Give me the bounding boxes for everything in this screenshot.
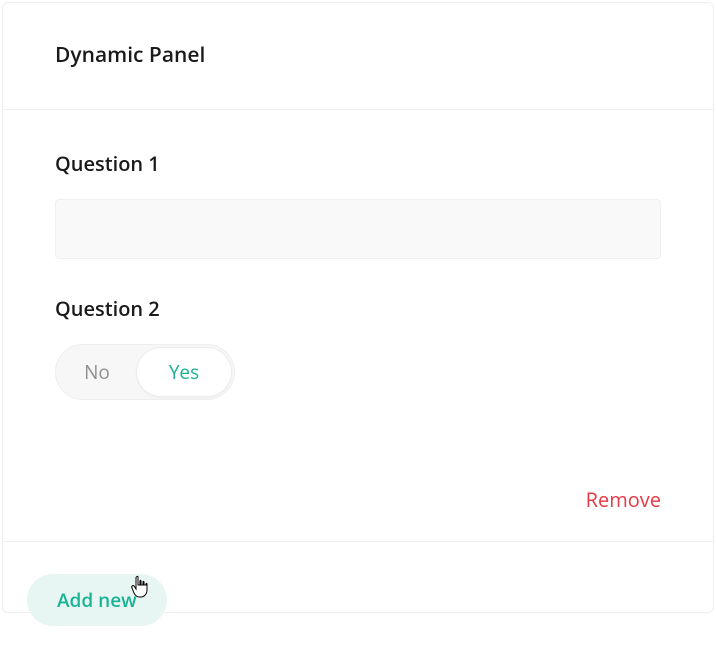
- panel-header: Dynamic Panel: [3, 3, 713, 110]
- question-1-block: Question 1: [55, 150, 661, 259]
- question-2-title: Question 2: [55, 295, 661, 322]
- add-new-button[interactable]: Add new: [27, 574, 167, 626]
- question-2-boolean-switch[interactable]: No Yes: [55, 344, 235, 400]
- dynamic-panel: Dynamic Panel Question 1 Question 2 No Y…: [2, 2, 714, 613]
- remove-button[interactable]: Remove: [586, 486, 661, 513]
- question-2-block: Question 2 No Yes: [55, 295, 661, 400]
- boolean-option-no[interactable]: No: [58, 347, 136, 397]
- panel-footer: Add new: [3, 542, 713, 658]
- boolean-option-yes[interactable]: Yes: [136, 347, 232, 397]
- panel-body: Question 1 Question 2 No Yes Remove: [3, 110, 713, 542]
- remove-row: Remove: [55, 436, 661, 513]
- panel-title: Dynamic Panel: [55, 41, 661, 69]
- question-1-input[interactable]: [55, 199, 661, 259]
- question-1-title: Question 1: [55, 150, 661, 177]
